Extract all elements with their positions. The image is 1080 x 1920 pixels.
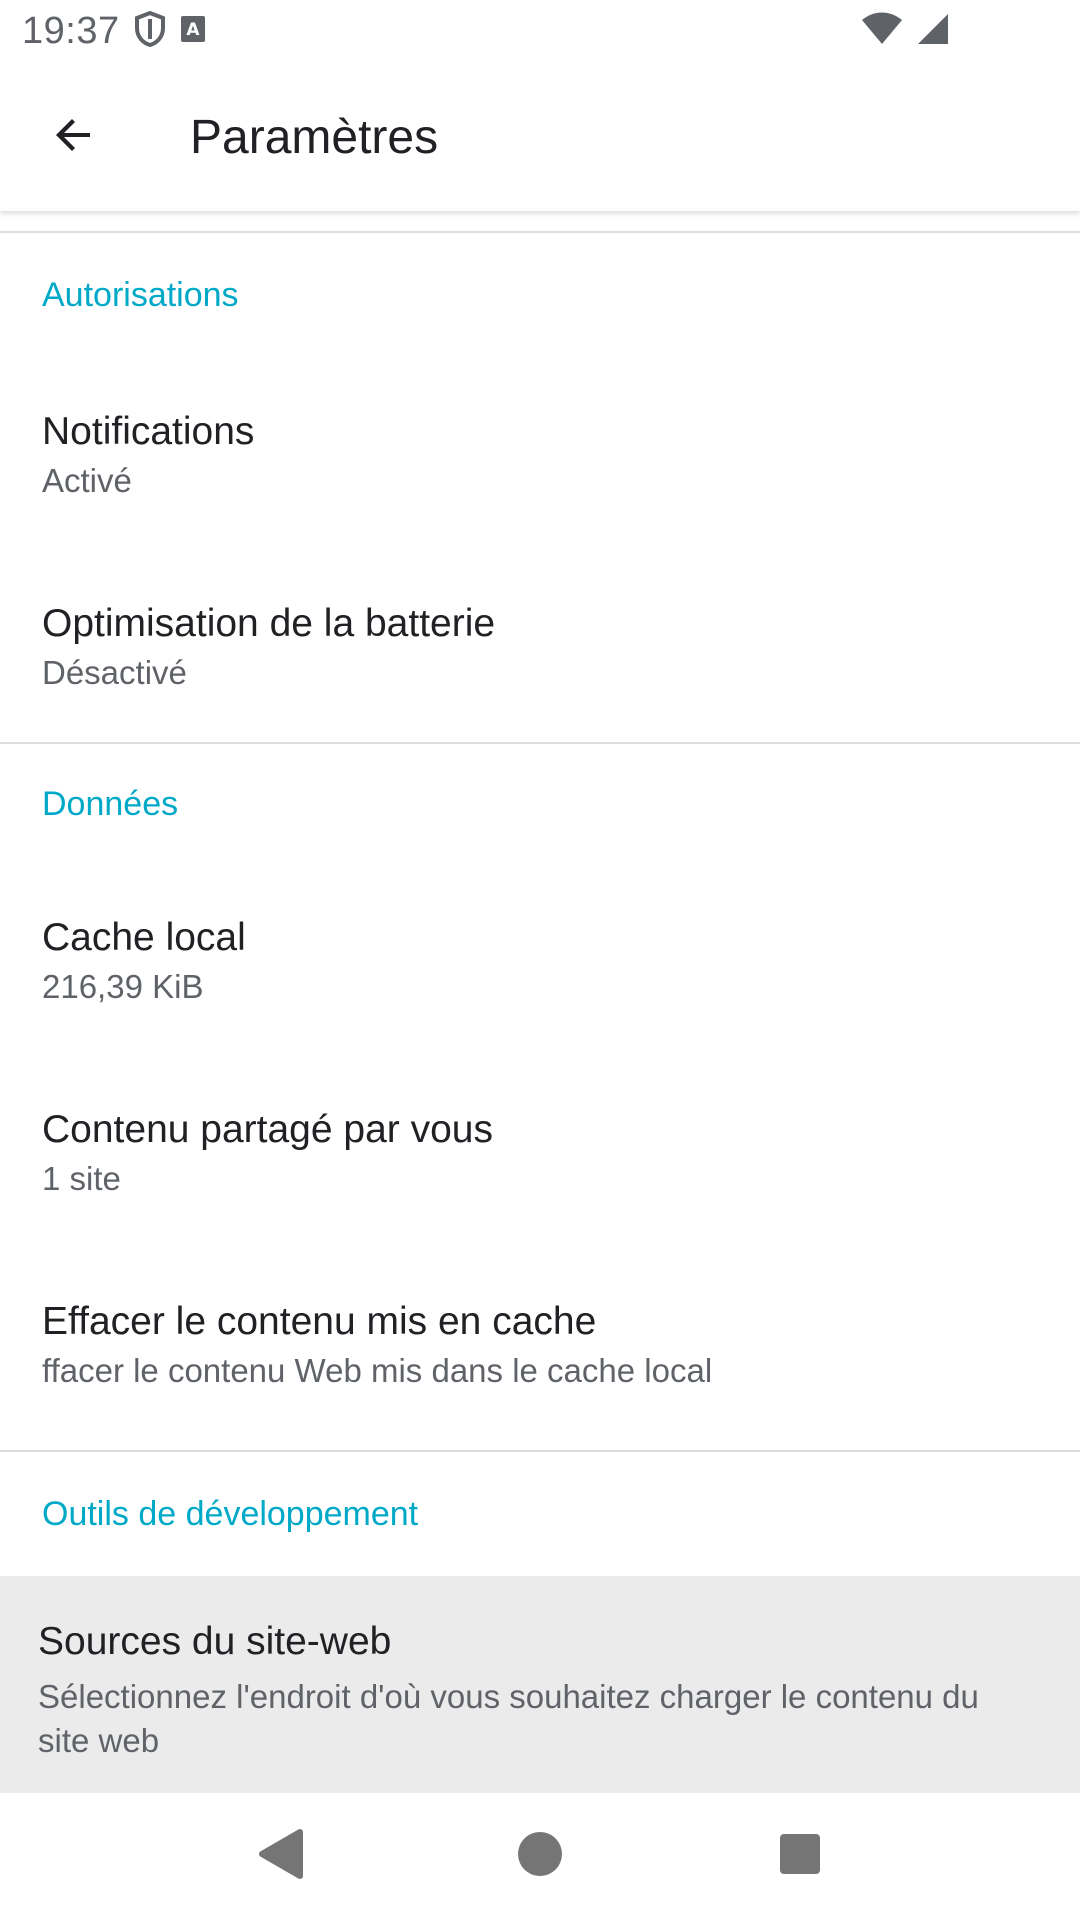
pref-summary: 1 site	[42, 1160, 121, 1197]
navigation-bar	[0, 1793, 1080, 1920]
pref-title: Notifications	[42, 410, 255, 453]
nav-back-button[interactable]	[230, 1807, 330, 1907]
app-bar: Paramètres	[0, 63, 1080, 211]
signal-icon	[916, 12, 950, 51]
status-bar: 19:37 A	[0, 0, 1080, 63]
pref-title: Contenu partagé par vous	[42, 1108, 493, 1151]
pref-title: Cache local	[42, 916, 246, 959]
pref-title: Effacer le contenu mis en cache	[42, 1300, 597, 1343]
pref-shared-content[interactable]: Contenu partagé par vous 1 site	[0, 1056, 1080, 1248]
shield-icon	[134, 10, 166, 52]
settings-list: Autorisations Notifications Activé Optim…	[0, 211, 1080, 1793]
nav-home-button[interactable]	[490, 1807, 590, 1907]
pref-title: Optimisation de la batterie	[42, 602, 496, 645]
section-header-permissions: Autorisations	[42, 276, 239, 314]
pref-summary: ffacer le contenu Web mis dans le cache …	[42, 1352, 713, 1389]
font-a-icon: A	[180, 15, 206, 48]
pref-summary: Activé	[42, 462, 132, 499]
pref-summary: 216,39 KiB	[42, 968, 204, 1005]
svg-text:A: A	[186, 20, 200, 40]
pref-summary: Désactivé	[42, 654, 187, 691]
status-left: 19:37 A	[22, 10, 206, 53]
wifi-icon	[862, 12, 902, 51]
arrow-back-icon	[50, 111, 98, 164]
back-button[interactable]	[0, 63, 148, 211]
home-circle-icon	[516, 1830, 564, 1883]
pref-clear-cache[interactable]: Effacer le contenu mis en cache ffacer l…	[0, 1248, 1080, 1440]
section-header-dev-tools: Outils de développement	[42, 1494, 419, 1533]
nav-recents-button[interactable]	[750, 1807, 850, 1907]
pref-notifications[interactable]: Notifications Activé	[0, 358, 1080, 550]
pref-title: Sources du site-web	[38, 1620, 392, 1663]
pref-local-cache[interactable]: Cache local 216,39 KiB	[0, 864, 1080, 1056]
status-time: 19:37	[22, 10, 120, 52]
recents-square-icon	[779, 1833, 821, 1880]
page-title: Paramètres	[190, 110, 439, 164]
pref-battery-optimization[interactable]: Optimisation de la batterie Désactivé	[0, 550, 1080, 742]
back-triangle-icon	[256, 1828, 304, 1885]
section-header-data: Données	[42, 784, 179, 823]
status-right	[862, 12, 950, 51]
pref-summary: Sélectionnez l'endroit d'où vous souhait…	[38, 1678, 979, 1759]
pref-website-sources[interactable]: Sources du site-web Sélectionnez l'endro…	[0, 1576, 1080, 1793]
